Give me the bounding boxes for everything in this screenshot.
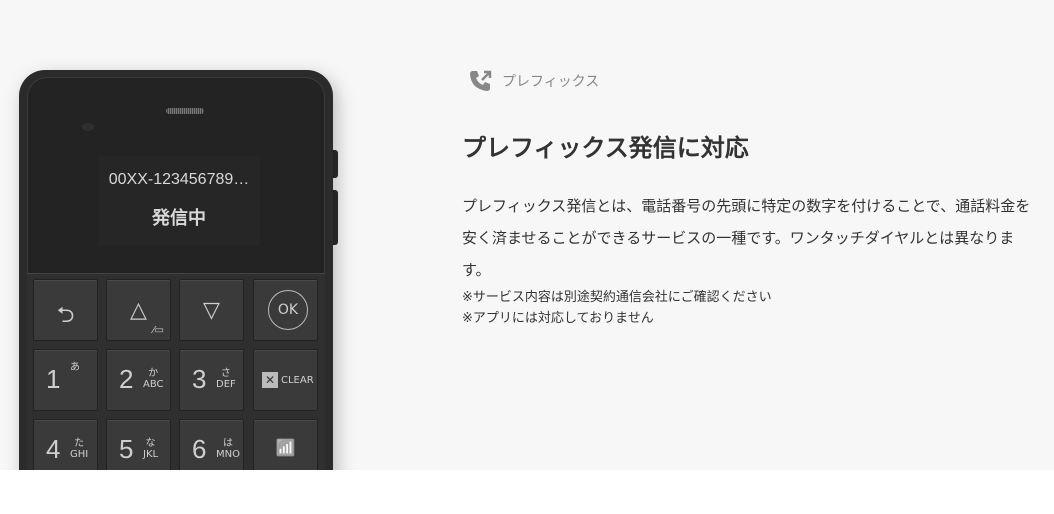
down-arrow-icon: ▽	[203, 298, 220, 323]
phone-screen: 00XX-123456789… 発信中	[27, 77, 325, 273]
phone-display: 00XX-123456789… 発信中	[98, 156, 260, 246]
note-item: ※アプリには対応しておりません	[462, 311, 654, 326]
feature-section: 00XX-123456789… 発信中 ⮌ △ ⁄▭ ▽ OK 1あ 2 か ABC …	[0, 0, 1054, 470]
call-status: 発信中	[152, 208, 206, 229]
side-button	[333, 190, 338, 245]
dialed-number: 00XX-123456789…	[108, 171, 250, 188]
keypad: ⮌ △ ⁄▭ ▽ OK 1あ 2 か ABC 3 さ DEF ✕ CLEAR 4 た GHI 5…	[27, 273, 325, 470]
ok-label: OK	[268, 290, 308, 330]
clear-label: CLEAR	[281, 374, 314, 386]
phone-image: 00XX-123456789… 発信中 ⮌ △ ⁄▭ ▽ OK 1あ 2 か ABC …	[19, 70, 333, 470]
key-6: 6 は MNO	[179, 419, 244, 470]
clear-key: ✕ CLEAR	[253, 349, 318, 411]
feature-notes: ※サービス内容は別途契約通信会社にご確認ください ※アプリには対応しておりません	[462, 287, 772, 329]
feature-title: プレフィックス発信に対応	[462, 134, 749, 162]
key-5: 5 な JKL	[106, 419, 171, 470]
key-digit: 1	[46, 364, 61, 394]
note-item: ※サービス内容は別途契約通信会社にご確認ください	[462, 290, 772, 305]
key-letters: さ DEF	[216, 368, 236, 390]
ok-key: OK	[253, 279, 318, 341]
phone-prefix-icon	[470, 70, 492, 91]
key-kana: あ	[70, 362, 80, 373]
up-key: △ ⁄▭	[106, 279, 171, 341]
camera-icon	[82, 123, 94, 131]
key-letters: か ABC	[143, 368, 164, 390]
key-letters: た GHI	[70, 438, 89, 460]
tethering-key: 📶	[253, 419, 318, 470]
feature-tag: プレフィックス	[468, 68, 599, 94]
key-digit: 6	[192, 434, 207, 464]
down-key: ▽	[179, 279, 244, 341]
phonebook-icon: ⁄▭	[152, 325, 164, 336]
clear-icon: ✕	[262, 372, 278, 388]
feature-tag-label: プレフィックス	[502, 74, 600, 90]
key-letters: は MNO	[216, 438, 240, 460]
speaker-grille	[166, 108, 204, 114]
back-icon: ⮌	[56, 303, 75, 328]
key-2: 2 か ABC	[106, 349, 171, 411]
key-1: 1あ	[33, 349, 98, 411]
key-3: 3 さ DEF	[179, 349, 244, 411]
key-digit: 5	[119, 434, 134, 464]
tethering-icon: 📶	[275, 438, 296, 457]
key-digit: 3	[192, 364, 207, 394]
up-arrow-icon: △	[130, 298, 147, 323]
key-4: 4 た GHI	[33, 419, 98, 470]
feature-description: プレフィックス発信とは、電話番号の先頭に特定の数字を付けることで、通話料金を安く…	[462, 197, 1031, 279]
side-button	[333, 150, 338, 178]
key-digit: 4	[46, 434, 61, 464]
back-key: ⮌	[33, 279, 98, 341]
key-digit: 2	[119, 364, 134, 394]
key-letters: な JKL	[143, 438, 159, 460]
